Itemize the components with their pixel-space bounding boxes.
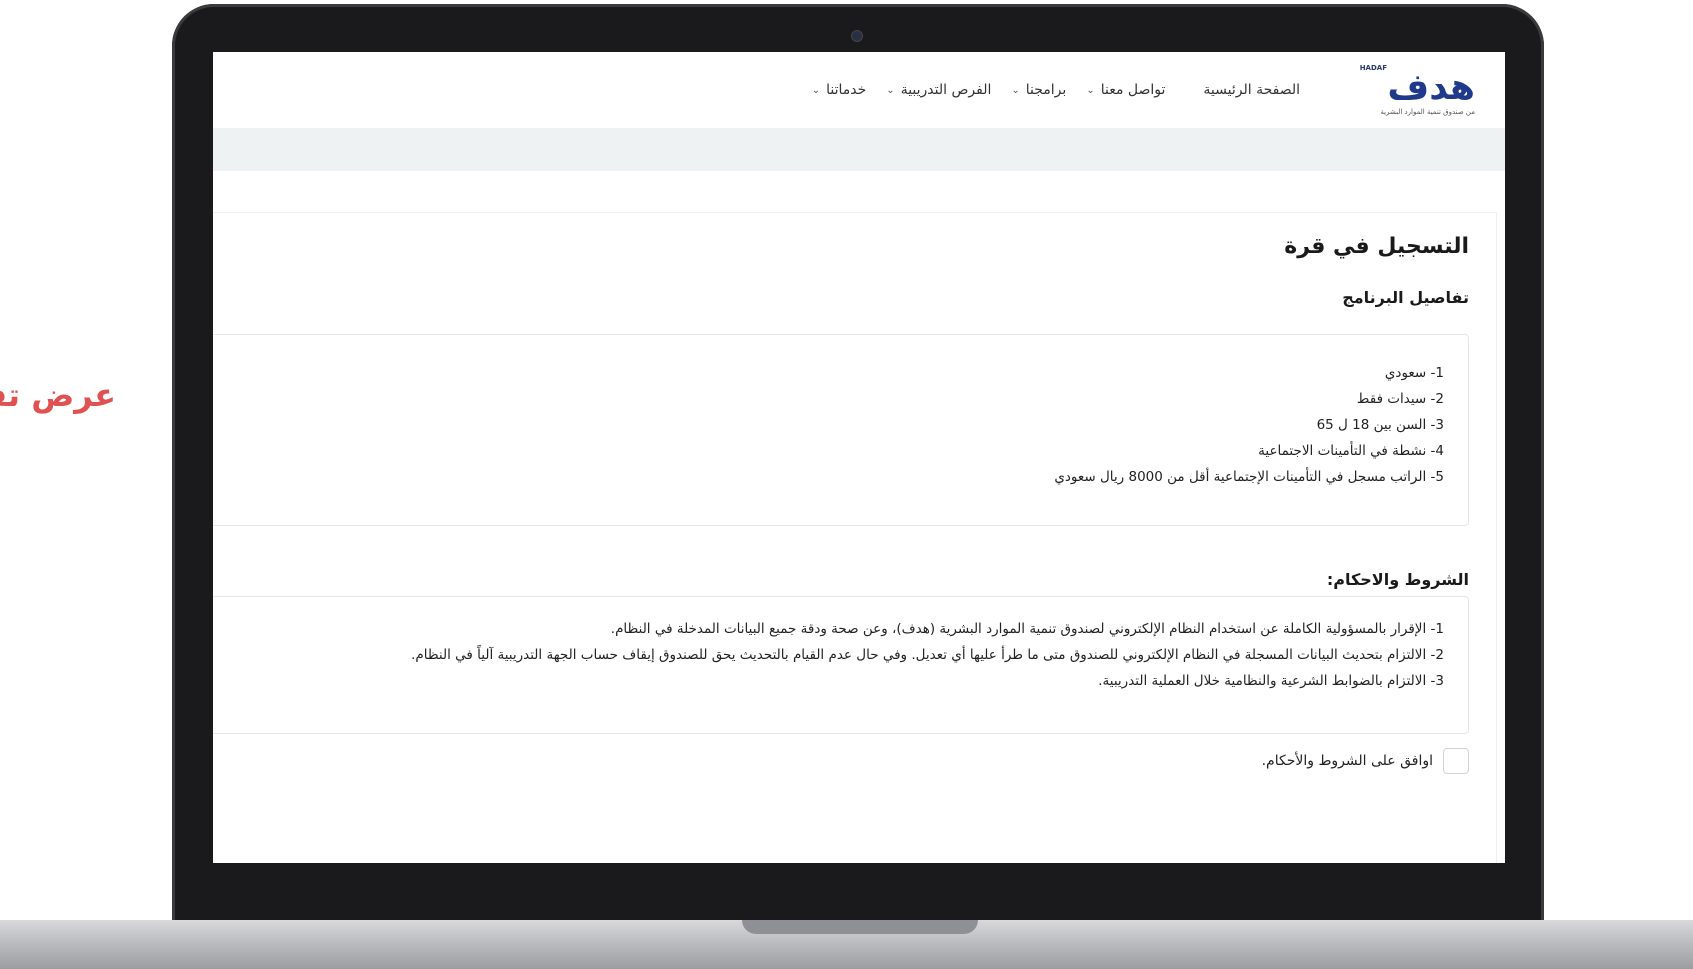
page-header-band — [213, 128, 1505, 171]
nav-home-label: الصفحة الرئيسية — [1203, 82, 1300, 98]
terms-heading: الشروط والاحكام: — [1326, 570, 1469, 589]
chevron-down-icon: ⌄ — [1086, 84, 1095, 96]
chevron-down-icon: ⌄ — [811, 84, 821, 96]
nav-contact[interactable]: تواصل معنا ⌄ — [1086, 82, 1165, 98]
agree-terms-label: اوافق على الشروط والأحكام. — [1261, 753, 1433, 769]
chevron-down-icon: ⌄ — [1011, 84, 1020, 96]
details-heading: تفاصيل البرنامج — [1342, 288, 1469, 307]
program-details-box: 1- سعودي 2- سيدات فقط 3- السن بين 18 ل 6… — [213, 334, 1469, 526]
navbar: HADAF هدف من صندوق تنمية الموارد البشرية… — [213, 52, 1505, 128]
terms-item: 3- الالتزام بالضوابط الشرعية والنظامية خ… — [1098, 673, 1444, 689]
detail-item: 3- السن بين 18 ل 65 — [1316, 417, 1444, 433]
nav-programs-label: برامجنا — [1025, 82, 1067, 98]
nav-contact-label: تواصل معنا — [1100, 82, 1166, 98]
page-title: التسجيل في قرة — [1284, 234, 1469, 259]
nav-training[interactable]: الفرص التدريبية ⌄ — [886, 82, 991, 98]
agree-terms-row[interactable]: اوافق على الشروط والأحكام. — [1262, 748, 1469, 774]
agree-terms-checkbox[interactable] — [1443, 748, 1469, 774]
logo-main-text: هدف — [1387, 67, 1475, 108]
nav-home[interactable]: الصفحة الرئيسية — [1203, 82, 1300, 98]
nav-services-label: خدماتنا — [826, 82, 867, 98]
laptop-notch — [742, 920, 978, 934]
detail-item: 2- سيدات فقط — [1356, 391, 1444, 407]
detail-item: 5- الراتب مسجل في التأمينات الإجتماعية أ… — [1054, 469, 1444, 485]
logo-tagline: من صندوق تنمية الموارد البشرية — [1380, 108, 1475, 116]
nav-services[interactable]: خدماتنا ⌄ — [812, 82, 867, 98]
nav-training-label: الفرص التدريبية — [900, 82, 992, 98]
terms-box: 1- الإقرار بالمسؤولية الكاملة عن استخدام… — [213, 596, 1469, 734]
terms-item: 1- الإقرار بالمسؤولية الكاملة عن استخدام… — [610, 621, 1444, 637]
browser-screen: HADAF هدف من صندوق تنمية الموارد البشرية… — [213, 52, 1505, 863]
terms-item: 2- الالتزام بتحديث البيانات المسجلة في ا… — [411, 647, 1444, 663]
detail-item: 1- سعودي — [1384, 365, 1444, 381]
hadaf-logo[interactable]: HADAF هدف من صندوق تنمية الموارد البشرية — [1355, 62, 1475, 118]
nav-programs[interactable]: برامجنا ⌄ — [1011, 82, 1066, 98]
side-caption: عرض تفاصيل البرنامج — [0, 376, 116, 414]
detail-item: 4- نشطة في التأمينات الاجتماعية — [1258, 443, 1444, 459]
main-nav: الصفحة الرئيسية تواصل معنا ⌄ برامجنا ⌄ الف… — [812, 82, 1300, 98]
logo-small-text: HADAF — [1359, 64, 1387, 72]
chevron-down-icon: ⌄ — [886, 84, 895, 96]
camera-icon — [851, 30, 863, 42]
